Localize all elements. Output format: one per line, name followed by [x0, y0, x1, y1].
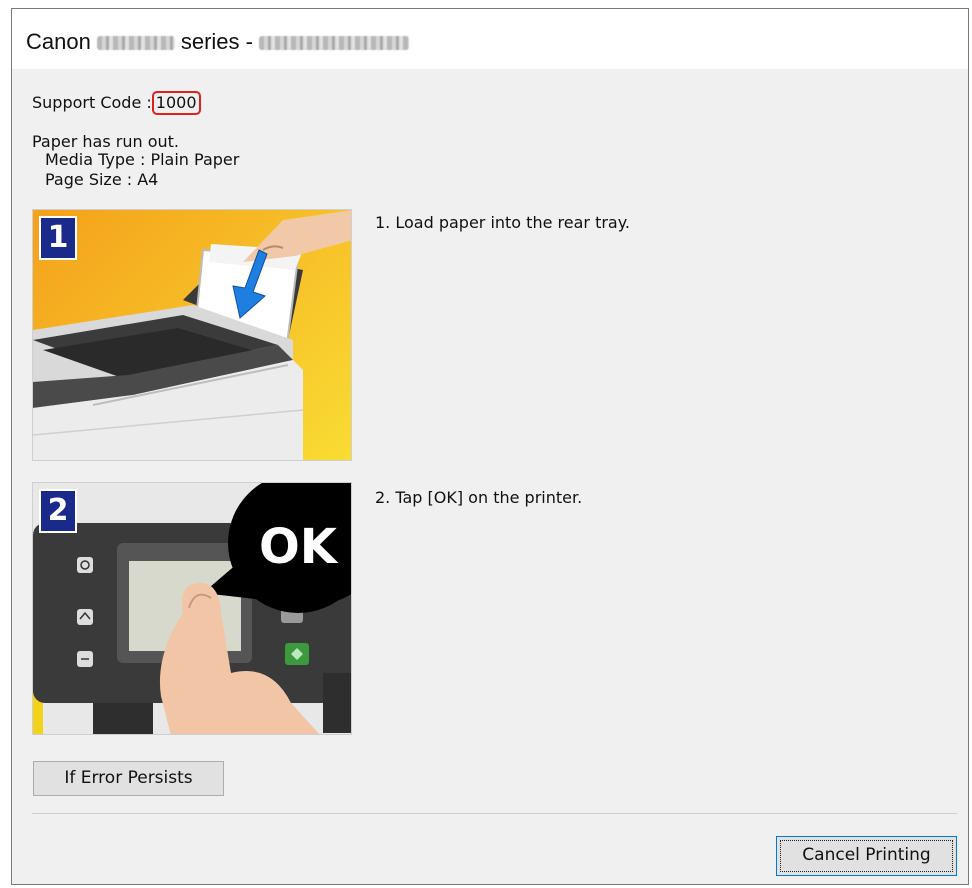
focus-ring [780, 840, 953, 872]
window-title: Canon series - [26, 29, 415, 55]
title-brand: Canon [26, 29, 91, 54]
load-paper-illustration [33, 210, 351, 460]
title-series: series - [180, 29, 253, 54]
support-code-value: 1000 [151, 91, 201, 115]
ok-bubble-text: OK [259, 519, 339, 575]
support-code-row: Support Code :1000 [32, 91, 201, 115]
step-1-badge: 1 [39, 216, 77, 260]
step-2-instruction: 2. Tap [OK] on the printer. [375, 488, 583, 507]
step-1-instruction: 1. Load paper into the rear tray. [375, 213, 630, 232]
step-2-illustration: 2 OK [32, 482, 352, 735]
step-1-illustration: 1 [32, 209, 352, 461]
step-2-badge: 2 [39, 489, 77, 533]
separator-line [32, 813, 957, 814]
tap-ok-illustration: OK [33, 483, 351, 734]
title-bar: Canon series - [12, 9, 968, 69]
page-size: Page Size : A4 [45, 170, 159, 189]
cancel-printing-button[interactable]: Cancel Printing [776, 836, 957, 876]
media-type: Media Type : Plain Paper [45, 150, 240, 169]
support-code-label: Support Code : [32, 93, 152, 112]
if-error-persists-button[interactable]: If Error Persists [33, 761, 224, 796]
redacted-ip-address [258, 36, 409, 51]
redacted-model-name [96, 36, 175, 51]
error-dialog-window: Canon series - Support Code :1000 Paper h… [11, 8, 969, 885]
